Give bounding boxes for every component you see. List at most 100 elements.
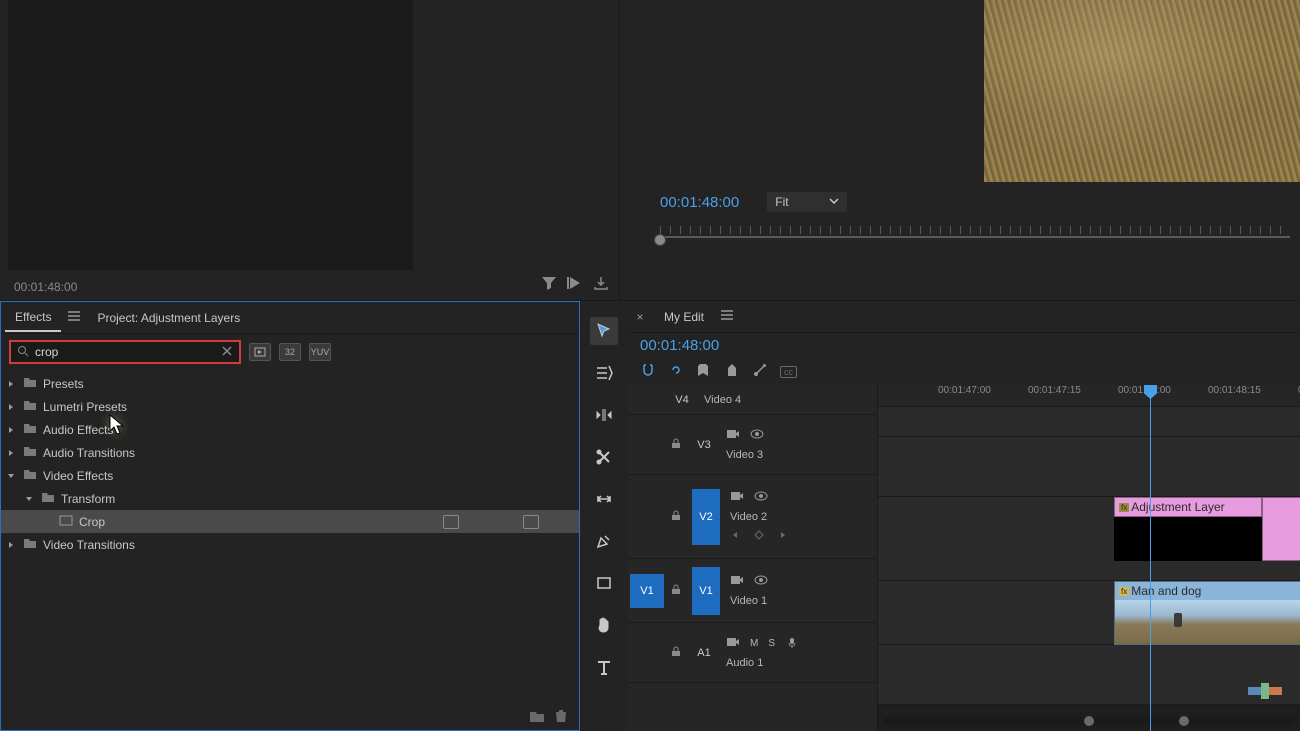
panel-menu-icon[interactable] xyxy=(720,308,734,325)
prev-keyframe-icon[interactable] xyxy=(730,529,740,543)
timeline-ruler[interactable]: 00:01:47:00 00:01:47:15 00:01:48:00 00:0… xyxy=(878,385,1300,407)
voiceover-icon[interactable] xyxy=(785,636,799,651)
close-icon[interactable]: × xyxy=(632,310,648,324)
rectangle-tool[interactable] xyxy=(590,569,618,597)
chevron-down-icon xyxy=(7,471,17,481)
timeline-tracks[interactable]: 00:01:47:00 00:01:47:15 00:01:48:00 00:0… xyxy=(878,385,1300,731)
cc-icon[interactable]: cc xyxy=(780,366,797,378)
clip-man-and-dog[interactable]: fxMan and dog xyxy=(1114,581,1300,645)
clip-pink-extension[interactable] xyxy=(1262,497,1300,561)
tree-video-transitions[interactable]: Video Transitions xyxy=(1,533,579,556)
clip-adj-body[interactable] xyxy=(1114,517,1262,561)
effects-search-box[interactable] xyxy=(9,340,241,364)
program-scrubber[interactable] xyxy=(660,226,1290,246)
effects-search-input[interactable] xyxy=(35,345,215,359)
playhead[interactable] xyxy=(1150,385,1151,731)
selection-tool[interactable] xyxy=(590,317,618,345)
accel-mini-badge xyxy=(443,515,459,529)
track-header-v3[interactable]: V3 Video 3 xyxy=(628,415,877,475)
toggle-output-icon[interactable] xyxy=(730,490,744,505)
type-tool[interactable] xyxy=(590,653,618,681)
eye-icon[interactable] xyxy=(754,490,768,505)
track-header-v1[interactable]: V1 V1 Video 1 xyxy=(628,559,877,623)
razor-tool[interactable] xyxy=(590,443,618,471)
filter-icon[interactable] xyxy=(541,275,557,294)
tab-project[interactable]: Project: Adjustment Layers xyxy=(87,305,250,331)
tree-transform[interactable]: Transform xyxy=(1,487,579,510)
lock-icon[interactable] xyxy=(670,583,682,598)
track-tag-a1[interactable]: A1 xyxy=(692,641,716,665)
toggle-output-icon[interactable] xyxy=(730,574,744,589)
effects-tree: Presets Lumetri Presets Audio Effects Au… xyxy=(1,370,579,730)
lane-v3[interactable] xyxy=(878,437,1300,497)
trash-icon[interactable] xyxy=(553,709,569,726)
markers-icon[interactable] xyxy=(696,362,712,381)
lock-icon[interactable] xyxy=(670,509,682,524)
tree-audio-effects[interactable]: Audio Effects xyxy=(1,418,579,441)
export-icon[interactable] xyxy=(593,275,609,294)
hand-tool[interactable] xyxy=(590,611,618,639)
tree-audio-transitions[interactable]: Audio Transitions xyxy=(1,441,579,464)
new-bin-icon[interactable] xyxy=(529,709,545,726)
playback-icon[interactable] xyxy=(567,275,583,294)
lane-v2[interactable]: fxAdjustment Layer xyxy=(878,497,1300,581)
lock-icon[interactable] xyxy=(670,645,682,660)
clear-search-icon[interactable] xyxy=(221,345,233,360)
clip-adjustment-layer[interactable]: fxAdjustment Layer xyxy=(1114,497,1262,517)
accelerated-badge[interactable] xyxy=(249,343,271,361)
timeline-timecode[interactable]: 00:01:48:00 xyxy=(628,333,1300,358)
track-select-tool[interactable] xyxy=(590,359,618,387)
settings-icon[interactable] xyxy=(752,362,768,381)
add-keyframe-icon[interactable] xyxy=(754,529,764,543)
tree-lumetri[interactable]: Lumetri Presets xyxy=(1,395,579,418)
tree-crop-effect[interactable]: Crop xyxy=(1,510,579,533)
scrubber-head[interactable] xyxy=(654,234,666,246)
timeline-zoom-scrollbar[interactable] xyxy=(884,717,1294,725)
eye-icon[interactable] xyxy=(750,428,764,443)
lane-v1[interactable]: fxMan and dog xyxy=(878,581,1300,645)
track-tag-v1[interactable]: V1 xyxy=(692,567,720,615)
zoom-handle-left[interactable] xyxy=(1084,716,1094,726)
slip-tool[interactable] xyxy=(590,485,618,513)
eye-icon[interactable] xyxy=(754,574,768,589)
track-header-v4[interactable]: V4 Video 4 xyxy=(628,385,877,415)
folder-icon xyxy=(23,468,37,483)
tab-effects[interactable]: Effects xyxy=(5,304,61,332)
ripple-edit-tool[interactable] xyxy=(590,401,618,429)
watermark-logo xyxy=(1248,677,1282,705)
folder-icon xyxy=(23,537,37,552)
lock-icon[interactable] xyxy=(670,437,682,452)
sequence-tab[interactable]: My Edit xyxy=(654,304,714,330)
tree-video-effects[interactable]: Video Effects xyxy=(1,464,579,487)
lane-a1[interactable] xyxy=(878,645,1300,705)
folder-icon xyxy=(23,422,37,437)
zoom-handle-right[interactable] xyxy=(1179,716,1189,726)
track-tag-v2[interactable]: V2 xyxy=(692,489,720,545)
program-monitor: 00:01:48:00 Fit xyxy=(620,0,1300,300)
source-preview[interactable] xyxy=(8,0,413,270)
track-header-v2[interactable]: V2 Video 2 xyxy=(628,475,877,559)
zoom-fit-dropdown[interactable]: Fit xyxy=(767,192,846,212)
solo-button[interactable]: S xyxy=(768,638,775,649)
marker-icon[interactable] xyxy=(724,362,740,381)
folder-icon xyxy=(23,376,37,391)
chevron-right-icon xyxy=(7,540,17,550)
tree-presets[interactable]: Presets xyxy=(1,372,579,395)
pen-tool[interactable] xyxy=(590,527,618,555)
toggle-output-icon[interactable] xyxy=(726,636,740,651)
mute-button[interactable]: M xyxy=(750,638,758,649)
src-patch-v1[interactable]: V1 xyxy=(630,574,664,608)
yuv-badge[interactable]: YUV xyxy=(309,343,331,361)
track-tag-v4[interactable]: V4 xyxy=(670,388,694,412)
lane-v4[interactable] xyxy=(878,407,1300,437)
panel-menu-icon[interactable] xyxy=(67,309,81,326)
toggle-output-icon[interactable] xyxy=(726,428,740,443)
track-header-a1[interactable]: A1 M S Audio 1 xyxy=(628,623,877,683)
program-preview[interactable] xyxy=(984,0,1300,182)
next-keyframe-icon[interactable] xyxy=(778,529,788,543)
32bit-badge[interactable]: 32 xyxy=(279,343,301,361)
effect-icon xyxy=(59,514,73,529)
linked-selection-icon[interactable] xyxy=(668,362,684,381)
track-tag-v3[interactable]: V3 xyxy=(692,433,716,457)
snap-icon[interactable] xyxy=(640,362,656,381)
